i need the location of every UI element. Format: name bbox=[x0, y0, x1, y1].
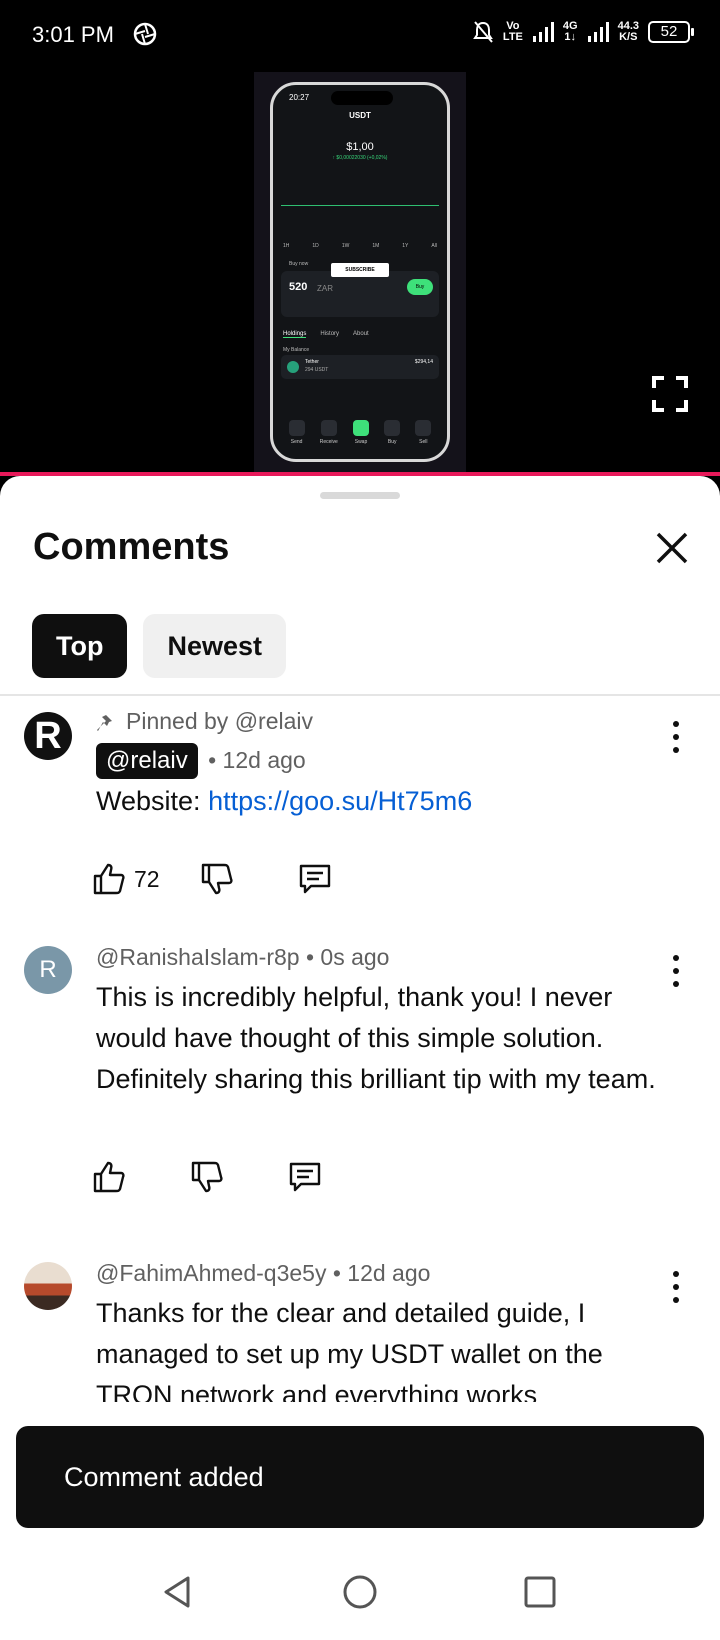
thumbs-down-icon bbox=[191, 1161, 223, 1193]
author-badge[interactable]: @relaiv bbox=[96, 743, 198, 779]
network-speed: 44.3 K/S bbox=[617, 20, 639, 43]
battery-icon: 52 bbox=[648, 21, 694, 43]
reply-button[interactable] bbox=[298, 862, 332, 896]
comment-text: Thanks for the clear and detailed guide,… bbox=[96, 1298, 603, 1402]
aperture-icon bbox=[133, 22, 157, 46]
status-icons: Vo LTE 4G 1↓ 44.3 K/S 52 bbox=[472, 20, 694, 44]
fullscreen-icon[interactable] bbox=[652, 376, 688, 412]
price-line bbox=[281, 205, 439, 206]
comment-text: This is incredibly helpful, thank you! I… bbox=[96, 982, 656, 1094]
comment-link[interactable]: https://goo.su/Ht75m6 bbox=[208, 786, 472, 816]
volte-indicator: Vo LTE bbox=[502, 20, 523, 43]
tether-icon bbox=[287, 361, 299, 373]
dislike-button[interactable] bbox=[200, 862, 234, 896]
network-type: 4G 1↓ bbox=[562, 20, 578, 43]
range-selector: 1H 1D 1W 1M 1Y All bbox=[283, 243, 437, 249]
phone-mockup: 20:27 USDT $1,00 ↑ $0,00022030 (+0,02%) … bbox=[270, 82, 450, 462]
reply-icon bbox=[299, 864, 330, 894]
comment-author[interactable]: @RanishaIslam-r8p • 0s ago bbox=[96, 944, 660, 971]
home-icon[interactable] bbox=[342, 1574, 378, 1610]
asset-title: USDT bbox=[349, 111, 371, 120]
thumbs-down-icon bbox=[201, 863, 233, 895]
pin-icon bbox=[97, 712, 112, 731]
dislike-button[interactable] bbox=[190, 1160, 224, 1194]
like-button[interactable] bbox=[92, 1160, 126, 1194]
avatar[interactable]: R bbox=[24, 712, 72, 760]
signal-icon bbox=[532, 22, 554, 42]
comment-time: • 12d ago bbox=[208, 747, 306, 773]
asset-change: ↑ $0,00022030 (+0,02%) bbox=[332, 155, 388, 161]
comment-item: R @RanishaIslam-r8p • 0s ago This is inc… bbox=[0, 944, 720, 1236]
more-options-icon[interactable] bbox=[670, 954, 682, 988]
status-time: 3:01 PM bbox=[32, 22, 114, 47]
thumbs-up-icon bbox=[93, 1161, 125, 1193]
divider bbox=[0, 694, 720, 696]
tab-newest[interactable]: Newest bbox=[143, 614, 287, 678]
comment-text: Website: https://goo.su/Ht75m6 bbox=[96, 786, 473, 816]
drag-handle[interactable] bbox=[320, 492, 400, 499]
comment-author[interactable]: @FahimAhmed-q3e5y • 12d ago bbox=[96, 1262, 660, 1287]
comments-title: Comments bbox=[33, 526, 230, 568]
phone-nav: Send Receive Swap Buy Sell bbox=[281, 403, 439, 445]
tab-top[interactable]: Top bbox=[32, 614, 128, 678]
reply-icon bbox=[289, 1162, 321, 1192]
recents-icon[interactable] bbox=[522, 1574, 558, 1610]
signal-icon-2 bbox=[587, 22, 609, 42]
back-icon[interactable] bbox=[160, 1574, 196, 1610]
pinned-label: Pinned by @relaiv bbox=[96, 708, 660, 735]
more-options-icon[interactable] bbox=[670, 1270, 682, 1304]
comment-actions bbox=[92, 1160, 322, 1194]
more-options-icon[interactable] bbox=[670, 720, 682, 754]
subscribe-overlay: SUBSCRIBE bbox=[331, 263, 389, 277]
snackbar: Comment added bbox=[16, 1426, 704, 1528]
video-player[interactable]: 20:27 USDT $1,00 ↑ $0,00022030 (+0,02%) … bbox=[0, 72, 720, 476]
comment-actions: 72 bbox=[92, 862, 332, 896]
buy-card: Buy now 520 ZAR Buy bbox=[281, 261, 439, 317]
comments-sheet: Comments Top Newest R Pinned by @relaiv … bbox=[0, 476, 720, 1544]
holding-row: Tether 294 USDT $294,14 bbox=[281, 355, 439, 379]
sort-chips: Top Newest bbox=[32, 614, 287, 678]
notifications-off-icon bbox=[473, 21, 493, 43]
avatar[interactable]: R bbox=[24, 946, 72, 994]
reply-button[interactable] bbox=[288, 1160, 322, 1194]
avatar[interactable] bbox=[24, 1262, 72, 1310]
comment-item: @FahimAhmed-q3e5y • 12d ago Thanks for t… bbox=[0, 1262, 720, 1402]
phone-tabs: Holdings History About bbox=[283, 331, 369, 338]
video-frame: 20:27 USDT $1,00 ↑ $0,00022030 (+0,02%) … bbox=[254, 72, 466, 474]
system-nav-bar bbox=[0, 1544, 720, 1640]
close-icon[interactable] bbox=[652, 528, 692, 568]
asset-price: $1,00 bbox=[346, 141, 374, 153]
thumbs-up-icon bbox=[93, 863, 125, 895]
like-count: 72 bbox=[134, 865, 160, 892]
like-button[interactable]: 72 bbox=[92, 862, 160, 896]
comment-item: R Pinned by @relaiv @relaiv • 12d ago We… bbox=[0, 708, 720, 938]
status-bar: 3:01 PM Vo LTE 4G 1↓ 44.3 K/S 52 bbox=[0, 0, 720, 72]
